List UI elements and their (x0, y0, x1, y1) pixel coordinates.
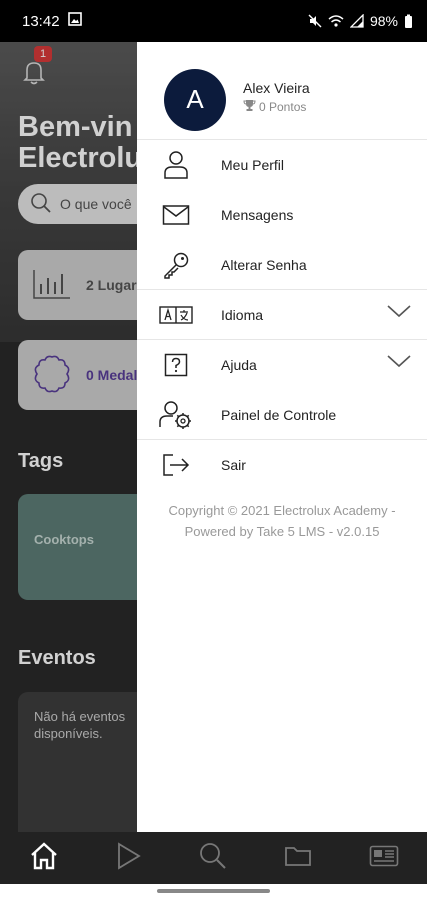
wifi-icon (328, 14, 344, 28)
points-row: 0 Pontos (243, 99, 310, 115)
menu-label: Mensagens (221, 207, 294, 223)
menu-item-sair[interactable]: Sair (137, 440, 427, 490)
trophy-icon (243, 99, 256, 115)
menu-item-mensagens[interactable]: Mensagens (137, 190, 427, 240)
envelope-icon (159, 198, 193, 232)
menu-item-meu-perfil[interactable]: Meu Perfil (137, 140, 427, 190)
drawer-scrim[interactable] (0, 42, 140, 832)
search-icon[interactable] (199, 842, 227, 875)
folder-icon[interactable] (284, 844, 312, 873)
menu-label: Ajuda (221, 357, 257, 373)
gesture-bar[interactable] (157, 889, 270, 893)
menu-item-ajuda[interactable]: Ajuda (137, 340, 427, 390)
signal-icon (349, 14, 364, 28)
status-bar: 13:42 98% (0, 0, 427, 42)
bottom-nav (0, 832, 427, 884)
logout-icon (159, 448, 193, 482)
home-icon[interactable] (29, 841, 59, 875)
news-icon[interactable] (369, 845, 399, 872)
avatar: A (164, 68, 226, 131)
menu-label: Sair (221, 457, 246, 473)
side-drawer: A Alex Vieira 0 Pontos Meu Perfil Mensag… (137, 42, 427, 832)
menu-item-alterar-senha[interactable]: Alterar Senha (137, 240, 427, 290)
chevron-down-icon[interactable] (387, 304, 411, 323)
menu-label: Idioma (221, 306, 264, 323)
battery-level: 98% (369, 13, 398, 29)
points-text: 0 Pontos (259, 100, 307, 114)
gallery-icon (67, 12, 82, 30)
copyright-note: Copyright © 2021 Electrolux Academy - Po… (168, 503, 396, 539)
battery-icon (404, 14, 413, 29)
menu-item-idioma[interactable]: Idioma (137, 290, 427, 340)
chevron-down-icon[interactable] (387, 354, 411, 373)
status-time: 13:42 (22, 12, 60, 30)
key-icon (159, 248, 193, 282)
user-name: Alex Vieira (243, 80, 310, 96)
mute-icon (308, 14, 322, 28)
menu-label: Meu Perfil (221, 157, 285, 173)
user-icon (159, 148, 193, 182)
translate-icon (159, 298, 193, 332)
user-settings-icon (159, 398, 193, 432)
menu-label: Painel de Controle (221, 406, 337, 423)
gesture-area (0, 884, 427, 900)
menu-item-painel-de-controle[interactable]: Painel de Controle (137, 390, 427, 440)
profile-header[interactable]: A Alex Vieira 0 Pontos (137, 42, 427, 140)
play-icon[interactable] (116, 841, 142, 875)
menu-label: Alterar Senha (221, 256, 307, 273)
profile-info: Alex Vieira 0 Pontos (243, 80, 310, 115)
help-icon (159, 348, 193, 382)
